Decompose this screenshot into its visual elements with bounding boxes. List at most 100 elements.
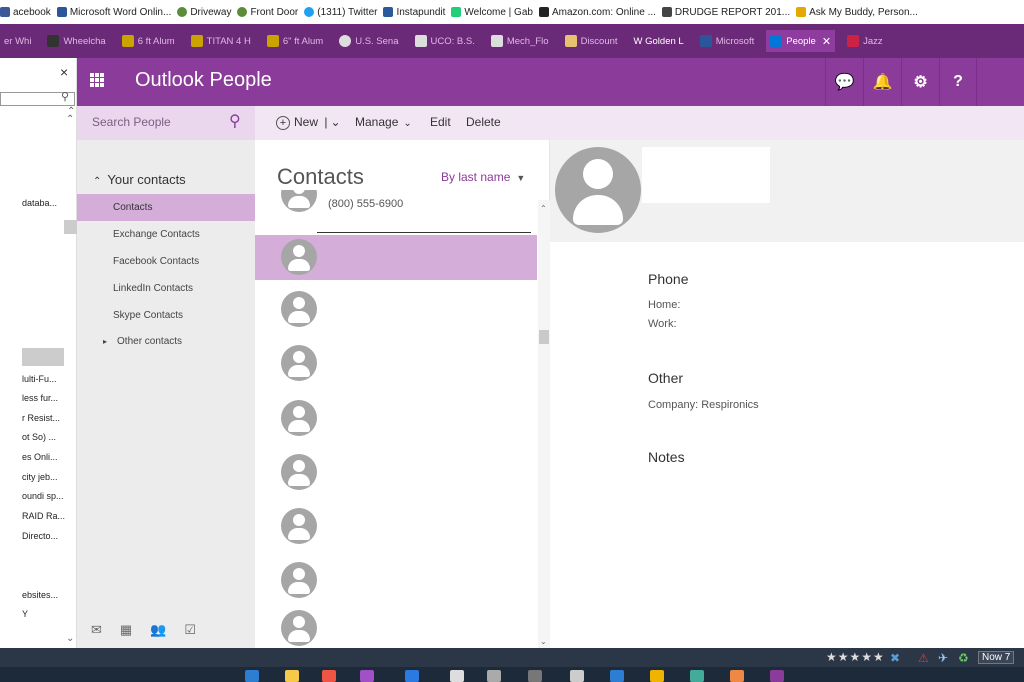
contact-row[interactable] xyxy=(255,504,537,549)
nav-item-facebook-contacts[interactable]: Facebook Contacts xyxy=(77,248,255,275)
tab-mech-flo[interactable]: Mech_Flo xyxy=(487,30,553,52)
recycle-icon[interactable]: ♻ xyxy=(958,651,969,665)
taskbar-app-icon[interactable] xyxy=(405,670,419,682)
close-tab-icon[interactable]: ✕ xyxy=(822,35,831,48)
taskbar-app-icon[interactable] xyxy=(610,670,624,682)
help-button[interactable]: ? xyxy=(939,58,977,106)
tab-people-active[interactable]: People ✕ xyxy=(766,30,836,52)
contact-row[interactable] xyxy=(255,558,537,603)
search-input[interactable]: Search People xyxy=(92,115,171,129)
scroll-up-icon[interactable]: ⌃ xyxy=(540,204,547,213)
delete-button[interactable]: Delete xyxy=(466,115,501,129)
edit-button[interactable]: Edit xyxy=(430,115,451,129)
buddy-icon xyxy=(796,7,807,17)
contact-row[interactable] xyxy=(255,287,537,332)
contact-row[interactable] xyxy=(255,606,537,651)
settings-button[interactable]: ⚙ xyxy=(901,58,939,106)
tab-6ft-alum-2[interactable]: 6" ft Alum xyxy=(263,30,327,52)
nav-item-skype-contacts[interactable]: Skype Contacts xyxy=(77,302,255,329)
tab-titan[interactable]: TITAN 4 H xyxy=(187,30,255,52)
taskbar-app-icon[interactable] xyxy=(650,670,664,682)
taskbar-app-icon[interactable] xyxy=(770,670,784,682)
tab-microsoft[interactable]: Microsoft xyxy=(696,30,759,52)
your-contacts-header[interactable]: ⌃ Your contacts xyxy=(93,172,186,187)
taskbar-app-icon[interactable] xyxy=(730,670,744,682)
bookmark-drudge[interactable]: DRUDGE REPORT 201... xyxy=(661,7,790,18)
sidebar-item[interactable]: databa... xyxy=(22,198,57,208)
sidebar-item[interactable]: r Resist... xyxy=(22,413,60,423)
mail-icon[interactable]: ✉ xyxy=(91,622,102,638)
manage-button[interactable]: Manage ⌄ xyxy=(355,115,412,129)
sidebar-item[interactable]: lulti-Fu... xyxy=(22,374,57,384)
sidebar-item[interactable]: Y xyxy=(22,609,28,619)
taskbar-app-icon[interactable] xyxy=(487,670,501,682)
sidebar-item[interactable]: Directo... xyxy=(22,531,58,541)
search-people-box[interactable]: Search People ⚲ xyxy=(77,106,255,140)
chat-button[interactable]: 💬 xyxy=(825,58,863,106)
tab-uco[interactable]: UCO: B.S. xyxy=(411,30,479,52)
taskbar-app-icon[interactable] xyxy=(360,670,374,682)
taskbar-app-icon[interactable] xyxy=(322,670,336,682)
taskbar-app-icon[interactable] xyxy=(245,670,259,682)
sidebar-item[interactable]: city jeb... xyxy=(22,472,58,482)
avatar xyxy=(281,508,317,544)
tab-6ft-alum[interactable]: 6 ft Alum xyxy=(118,30,179,52)
taskbar-app-icon[interactable] xyxy=(528,670,542,682)
bookmark-word[interactable]: Microsoft Word Onlin... xyxy=(56,7,171,18)
bookmark-driveway[interactable]: Driveway xyxy=(177,7,231,18)
app-launcher-icon[interactable] xyxy=(90,73,104,87)
bookmark-gab[interactable]: Welcome | Gab xyxy=(451,7,533,18)
notifications-button[interactable]: 🔔 xyxy=(863,58,901,106)
sort-dropdown[interactable]: By last name ▼ xyxy=(441,170,525,184)
contact-row-selected[interactable] xyxy=(255,235,537,280)
tab-golden[interactable]: W Golden L xyxy=(630,30,688,52)
sidebar-item[interactable]: less fur... xyxy=(22,393,58,403)
close-sidebar-icon[interactable]: × xyxy=(60,64,68,80)
taskbar-app-icon[interactable] xyxy=(690,670,704,682)
nav-item-contacts[interactable]: Contacts xyxy=(77,194,255,221)
sidebar-item[interactable]: RAID Ra... xyxy=(22,511,65,521)
taskbar-app-icon[interactable] xyxy=(570,670,584,682)
sidebar-item[interactable]: ebsites... xyxy=(22,590,58,600)
people-icon[interactable]: 👥 xyxy=(150,622,166,638)
contact-row[interactable] xyxy=(255,396,537,441)
scrollbar-thumb[interactable] xyxy=(539,330,549,344)
nav-item-other-contacts[interactable]: ▸ Other contacts xyxy=(77,328,255,355)
contact-row[interactable] xyxy=(255,190,537,234)
tasks-icon[interactable]: ☑ xyxy=(184,622,196,638)
sidebar-item[interactable]: ot So) ... xyxy=(22,432,56,442)
nav-item-linkedin-contacts[interactable]: LinkedIn Contacts xyxy=(77,275,255,302)
sidebar-item[interactable]: es Onli... xyxy=(22,452,58,462)
calendar-icon[interactable]: ▦ xyxy=(120,622,132,638)
tab-wheelchair-2[interactable]: Wheelcha xyxy=(43,30,109,52)
bookmark-amazon[interactable]: Amazon.com: Online ... xyxy=(538,7,656,18)
chevron-down-icon[interactable]: ⌄ xyxy=(330,115,340,129)
taskbar-app-icon[interactable] xyxy=(285,670,299,682)
pin-icon[interactable]: ✈ xyxy=(938,651,948,665)
nav-item-exchange-contacts[interactable]: Exchange Contacts xyxy=(77,221,255,248)
taskbar-app-icon[interactable] xyxy=(450,670,464,682)
contact-row[interactable] xyxy=(255,450,537,495)
new-button[interactable]: + New | ⌄ xyxy=(276,115,341,130)
tab-discount[interactable]: Discount xyxy=(561,30,622,52)
sidebar-item[interactable]: oundi sp... xyxy=(22,491,64,501)
bookmark-facebook[interactable]: acebook xyxy=(0,7,51,18)
contact-row[interactable] xyxy=(255,341,537,386)
bookmark-instapundit[interactable]: Instapundit xyxy=(383,7,445,18)
browser-sidebar: × ⚲ ⌃ databa... lulti-Fu... less fur... … xyxy=(0,58,77,648)
search-icon[interactable]: ⚲ xyxy=(61,90,69,103)
scroll-down-icon[interactable]: ⌄ xyxy=(66,633,74,644)
contact-list-scrollbar[interactable]: ⌃ ⌄ xyxy=(538,200,550,648)
close-icon[interactable]: ✖ xyxy=(890,651,900,665)
now-clock[interactable]: Now 7 xyxy=(978,651,1015,664)
bookmark-ask-my-buddy[interactable]: Ask My Buddy, Person... xyxy=(796,7,918,18)
search-icon[interactable]: ⚲ xyxy=(229,111,241,131)
tab-jazz[interactable]: Jazz xyxy=(843,30,887,52)
scroll-up-icon[interactable]: ⌃ xyxy=(67,106,75,117)
scroll-down-icon[interactable]: ⌄ xyxy=(540,637,547,646)
bookmark-twitter[interactable]: (1311) Twitter xyxy=(304,7,377,18)
bookmark-front-door[interactable]: Front Door xyxy=(237,7,298,18)
tab-wheelchair-1[interactable]: er Whi xyxy=(0,30,35,52)
warning-icon[interactable]: ⚠ xyxy=(918,651,929,665)
tab-us-senate[interactable]: U.S. Sena xyxy=(335,30,402,52)
